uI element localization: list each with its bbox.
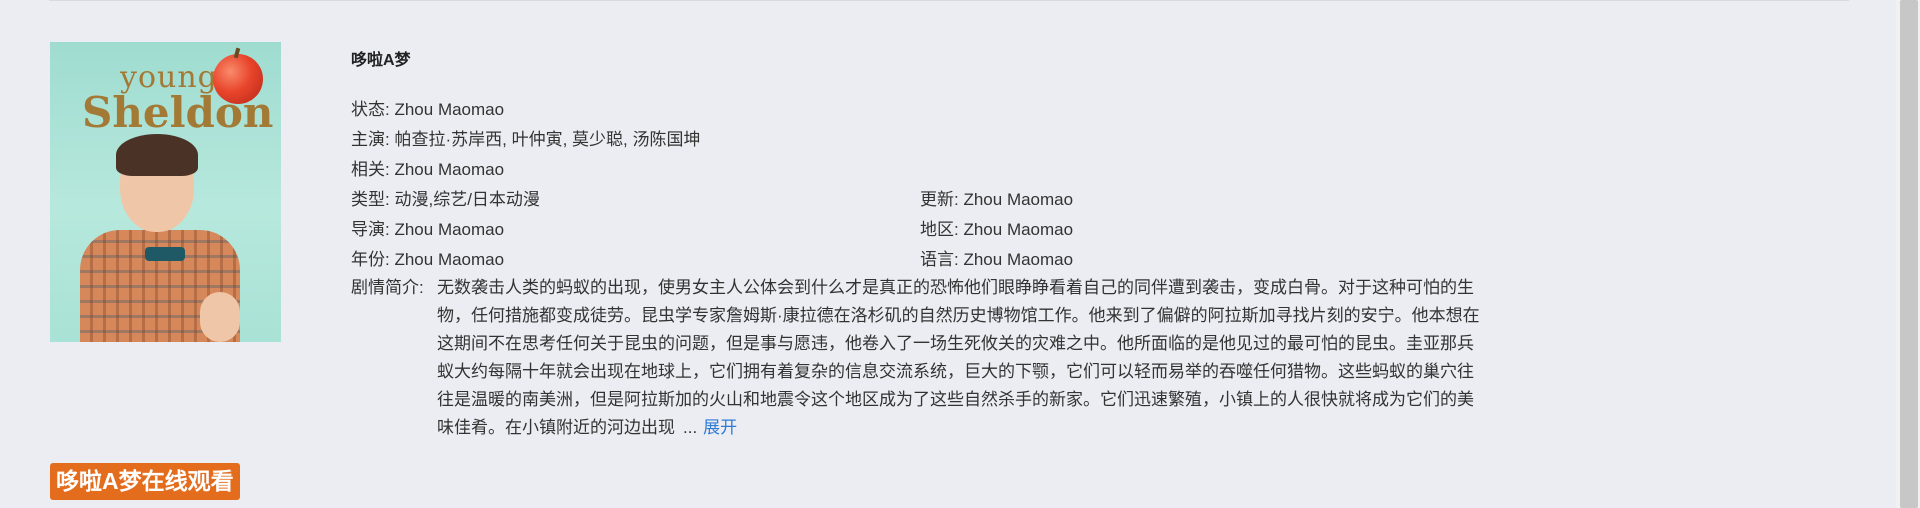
- cast-row: 主演: 帕查拉·苏岸西, 叶仲寅, 莫少聪, 汤陈国坤: [351, 125, 700, 150]
- scrollbar-track[interactable]: [1896, 0, 1920, 508]
- year-label: 年份:: [351, 250, 390, 269]
- apple-graphic: [213, 54, 263, 104]
- status-row: 状态: Zhou Maomao: [351, 95, 504, 120]
- region-label: 地区:: [920, 220, 959, 239]
- genre-value[interactable]: 动漫,综艺/日本动漫: [394, 190, 539, 209]
- synopsis-ellipsis: ...: [683, 418, 698, 437]
- language-value: Zhou Maomao: [963, 250, 1074, 269]
- year-value: Zhou Maomao: [394, 250, 505, 269]
- watch-online-button[interactable]: 哆啦A梦在线观看: [50, 463, 240, 500]
- genre-label: 类型:: [351, 190, 390, 209]
- page-title: 哆啦A梦: [351, 52, 411, 69]
- cast-label: 主演:: [351, 130, 390, 149]
- top-divider: [49, 0, 1849, 1]
- related-label: 相关:: [351, 160, 390, 179]
- status-label: 状态:: [351, 100, 390, 119]
- updated-label: 更新:: [920, 190, 959, 209]
- updated-value: Zhou Maomao: [963, 190, 1074, 209]
- expand-link[interactable]: 展开: [703, 418, 737, 437]
- director-row: 导演: Zhou Maomao: [351, 215, 504, 240]
- cast-value[interactable]: 帕查拉·苏岸西, 叶仲寅, 莫少聪, 汤陈国坤: [394, 130, 700, 149]
- bowtie-graphic: [145, 247, 185, 261]
- region-row: 地区: Zhou Maomao: [920, 215, 1073, 240]
- language-label: 语言:: [920, 250, 959, 269]
- synopsis-text-container: 无数袭击人类的蚂蚁的出现，使男女主人公体会到什么才是真正的恐怖他们眼睁睁看着自己…: [437, 274, 1487, 442]
- related-value: Zhou Maomao: [394, 160, 505, 179]
- status-value: Zhou Maomao: [394, 100, 505, 119]
- director-value: Zhou Maomao: [394, 220, 505, 239]
- related-row: 相关: Zhou Maomao: [351, 155, 504, 180]
- scrollbar-thumb[interactable]: [1900, 0, 1918, 508]
- hand-graphic: [200, 292, 240, 342]
- director-label: 导演:: [351, 220, 390, 239]
- synopsis-text: 无数袭击人类的蚂蚁的出现，使男女主人公体会到什么才是真正的恐怖他们眼睁睁看着自己…: [437, 278, 1480, 437]
- region-value: Zhou Maomao: [963, 220, 1074, 239]
- genre-row: 类型: 动漫,综艺/日本动漫: [351, 185, 540, 210]
- year-row: 年份: Zhou Maomao: [351, 245, 504, 270]
- updated-row: 更新: Zhou Maomao: [920, 185, 1073, 210]
- synopsis-label: 剧情简介:: [351, 278, 424, 297]
- poster-image[interactable]: young Sheldon: [50, 42, 281, 342]
- boy-hair-graphic: [116, 134, 198, 176]
- language-row: 语言: Zhou Maomao: [920, 245, 1073, 270]
